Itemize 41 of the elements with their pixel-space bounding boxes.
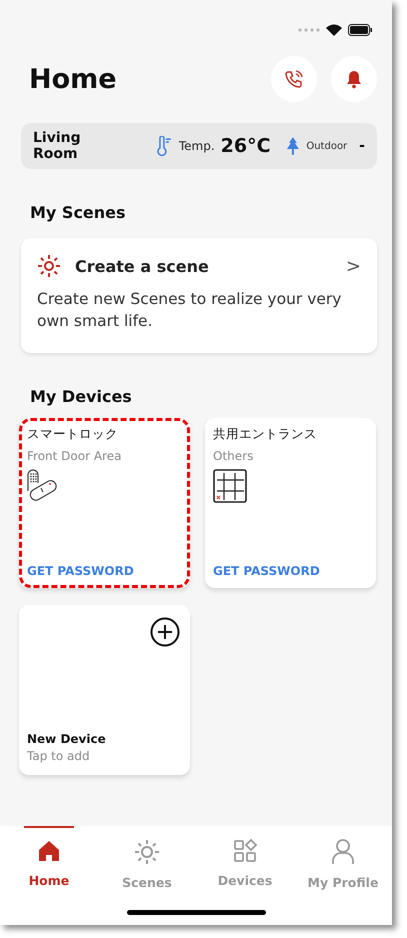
outdoor-label: Outdoor xyxy=(306,140,348,152)
scene-card-title: Create a scene xyxy=(75,256,210,276)
device-card[interactable]: スマートロック Front Door Area GET PASSWORD xyxy=(19,418,190,588)
section-heading: My Devices xyxy=(30,386,133,406)
door-lock-icon xyxy=(27,468,59,501)
get-password-link[interactable]: GET PASSWORD xyxy=(213,564,320,578)
device-card[interactable]: 共用エントランス Others GET PASSWORD xyxy=(205,418,376,588)
plus-icon xyxy=(150,616,180,647)
add-device-subtitle: Tap to add xyxy=(27,748,91,763)
temp-label: Temp. xyxy=(178,139,215,153)
call-button[interactable] xyxy=(271,56,317,102)
person-icon xyxy=(331,839,355,865)
phone-icon xyxy=(284,69,304,89)
notifications-button[interactable] xyxy=(331,56,377,102)
nav-tab[interactable]: Home xyxy=(0,826,98,890)
page-title: Home xyxy=(28,64,118,94)
chevron-icon: > xyxy=(346,256,361,276)
outdoor-value: - xyxy=(359,138,365,154)
sun-icon xyxy=(37,254,61,278)
signal-icon xyxy=(298,28,320,32)
devices-grid-icon xyxy=(233,839,257,863)
add-device-card[interactable]: New Device Tap to add xyxy=(19,604,190,775)
thermometer-icon xyxy=(157,136,173,156)
section-heading: My Scenes xyxy=(30,203,127,222)
scene-card-text: Create new Scenes to realize your very own smart life. xyxy=(37,289,342,332)
temp-value: 26°C xyxy=(220,135,271,157)
sun-icon xyxy=(134,839,160,865)
bell-icon xyxy=(344,69,364,89)
wifi-icon xyxy=(326,24,342,36)
grid-panel-icon xyxy=(213,468,247,503)
device-area: Others xyxy=(213,448,368,463)
device-name: 共用エントランス xyxy=(213,426,318,443)
add-device-title: New Device xyxy=(27,732,107,746)
tree-icon xyxy=(284,137,300,155)
room-name: Living Room xyxy=(33,130,82,162)
device-area: Front Door Area xyxy=(27,448,182,463)
home-icon xyxy=(37,839,61,863)
create-scene-card[interactable]: Create a scene > Create new Scenes to realize your very own smart life. xyxy=(21,238,377,353)
get-password-link[interactable]: GET PASSWORD xyxy=(27,564,134,578)
device-name: スマートロック xyxy=(27,426,119,443)
battery-icon xyxy=(348,24,372,36)
